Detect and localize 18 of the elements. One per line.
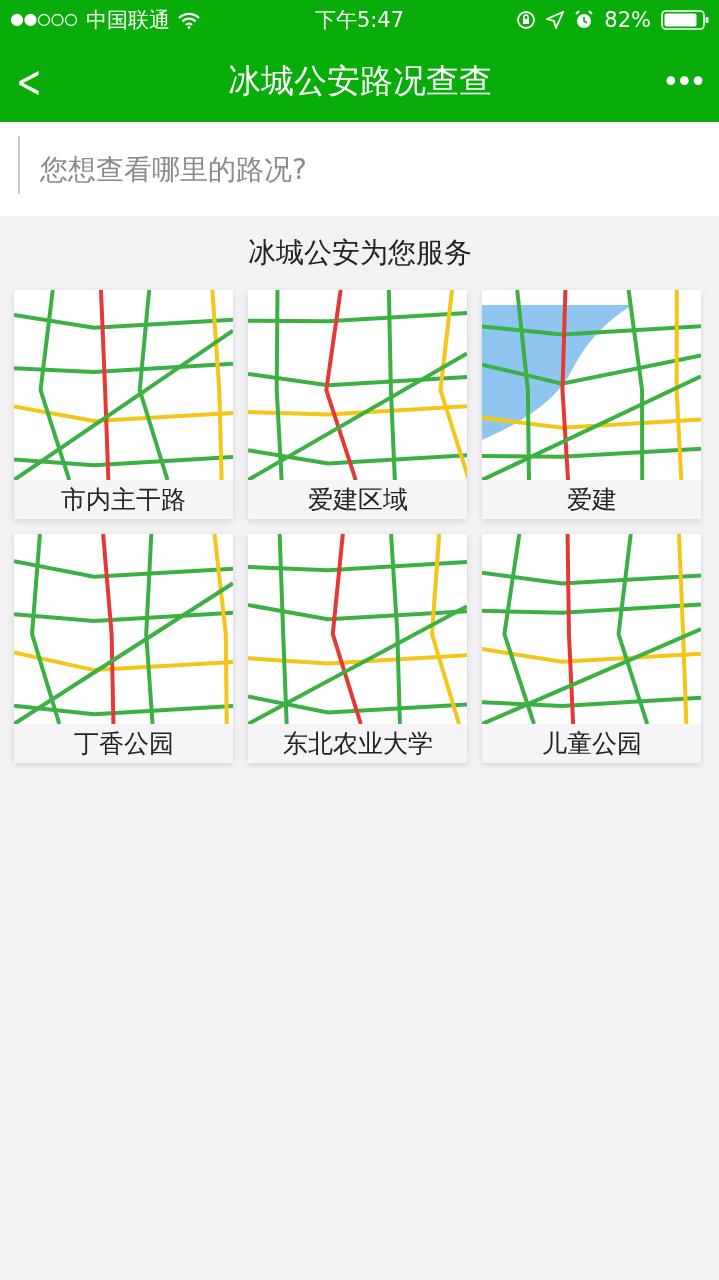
- rotation-lock-icon: [516, 10, 537, 30]
- tile-label[interactable]: 市内主干路: [14, 480, 233, 519]
- page-title: 冰城公安路况查查: [226, 59, 493, 102]
- section-title: 冰城公安为您服务: [246, 235, 473, 271]
- alarm-icon: [574, 10, 595, 30]
- signal-icon: [10, 13, 78, 27]
- search-field[interactable]: 您想查看哪里的路况?: [0, 122, 719, 216]
- tile-label[interactable]: 爱建: [482, 480, 701, 519]
- location-icon: [546, 11, 565, 29]
- tile-label[interactable]: 爱建区域: [248, 480, 467, 519]
- tile-label[interactable]: 丁香公园: [14, 724, 233, 763]
- wifi-icon: [178, 11, 200, 29]
- carrier-name: 中国联通: [86, 7, 170, 34]
- battery-percent: 82%: [604, 8, 651, 32]
- tile-label[interactable]: 东北农业大学: [248, 724, 467, 763]
- clock-time: 下午5:47: [314, 8, 405, 32]
- tile-label[interactable]: 儿童公园: [482, 724, 701, 763]
- battery-icon: [661, 10, 709, 30]
